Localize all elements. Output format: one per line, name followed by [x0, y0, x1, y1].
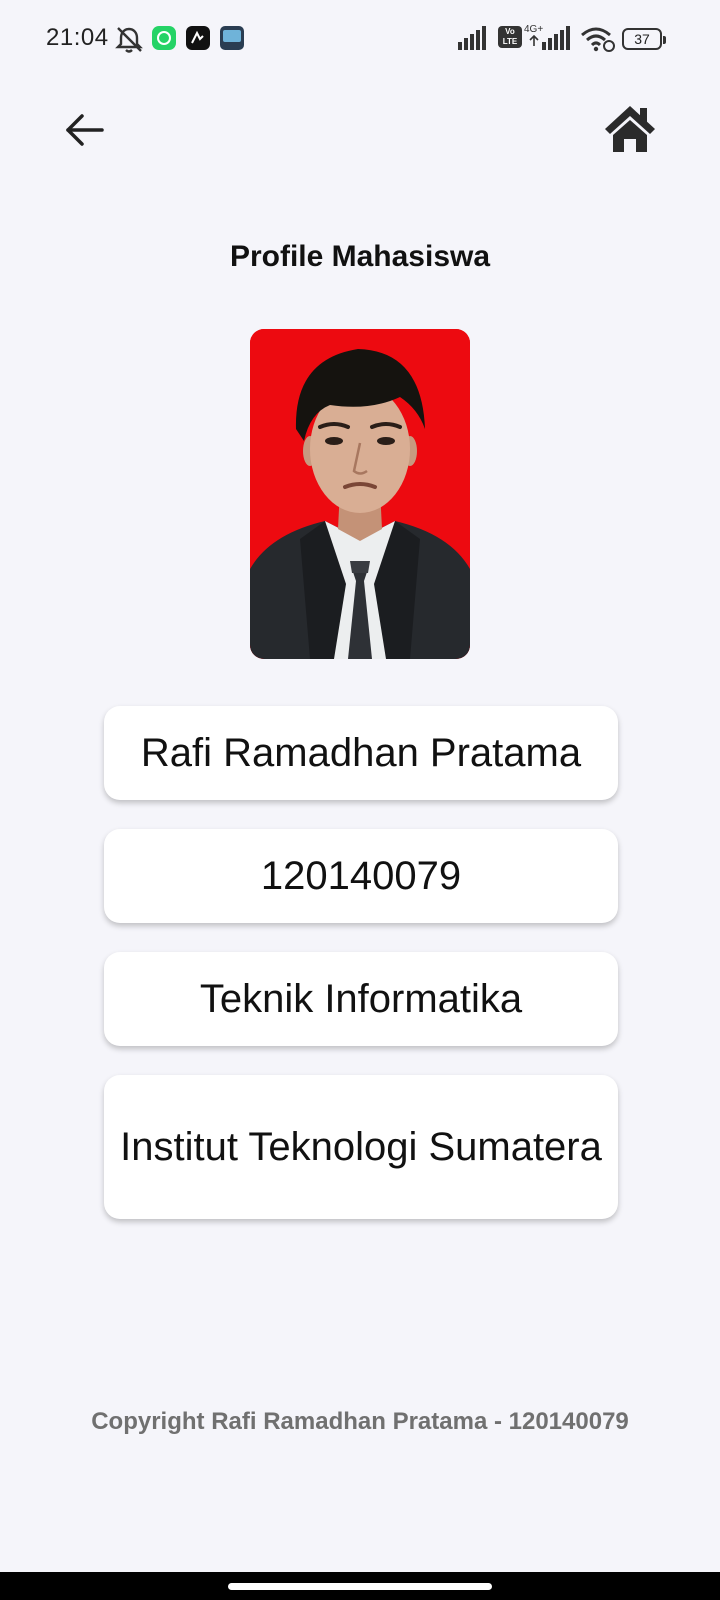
- home-button[interactable]: [604, 104, 656, 154]
- wifi-icon: [581, 27, 615, 52]
- app-icon: [186, 26, 210, 50]
- home-indicator[interactable]: [228, 1583, 492, 1590]
- bell-off-icon: [115, 27, 143, 53]
- student-name-card: Rafi Ramadhan Pratama: [104, 706, 618, 800]
- student-id-card: 120140079: [104, 829, 618, 923]
- home-icon: [605, 106, 655, 152]
- profile-photo: [250, 329, 470, 659]
- signal-icon: [458, 26, 486, 50]
- whatsapp-icon: [152, 26, 176, 50]
- status-bar: 21:04 Vo LTE 4G+ 37: [0, 0, 720, 80]
- page-title: Profile Mahasiswa: [229, 240, 491, 273]
- gallery-icon: [220, 26, 244, 50]
- arrow-left-icon: [66, 114, 104, 146]
- volte-icon: Vo LTE: [498, 26, 522, 48]
- status-time: 21:04: [46, 24, 109, 51]
- study-program-card: Teknik Informatika: [104, 952, 618, 1046]
- institution-card: Institut Teknologi Sumatera: [104, 1075, 618, 1219]
- signal-icon: [529, 26, 570, 50]
- back-button[interactable]: [62, 110, 108, 150]
- battery-icon: 37: [622, 28, 666, 50]
- footer-copyright: Copyright Rafi Ramadhan Pratama - 120140…: [91, 1408, 629, 1435]
